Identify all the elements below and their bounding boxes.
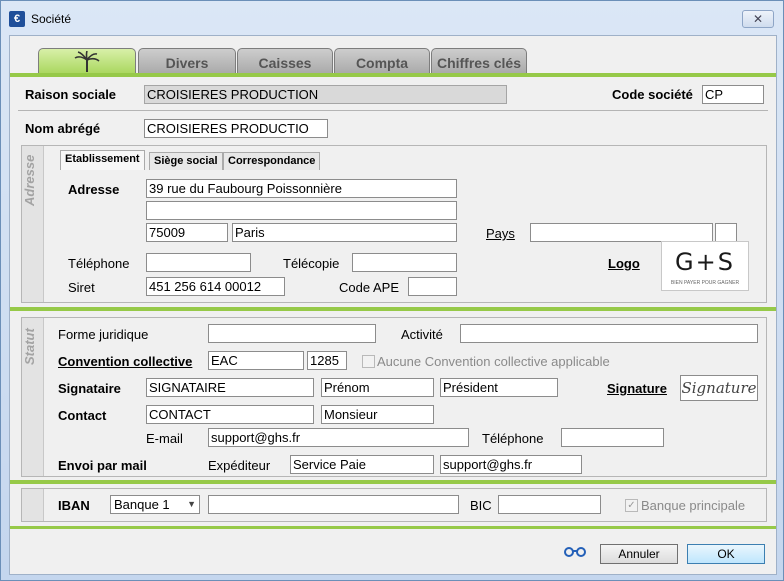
nom-abrege-field[interactable]: CROISIERES PRODUCTIO <box>144 119 328 138</box>
tab-chiffres-cles[interactable]: Chiffres clés <box>431 48 527 74</box>
close-button[interactable]: ✕ <box>742 10 774 28</box>
code-ape-field[interactable] <box>408 277 457 296</box>
contact-label: Contact <box>58 408 107 423</box>
footer-divider <box>10 526 776 529</box>
convention-num-field[interactable]: 1285 <box>307 351 347 370</box>
code-ape-label: Code APE <box>339 280 399 295</box>
app-icon: € <box>9 11 25 27</box>
logo-link[interactable]: Logo <box>608 256 640 271</box>
code-societe-label: Code société <box>612 87 693 102</box>
chevron-down-icon: ▼ <box>187 499 196 509</box>
contact-civilite-field[interactable]: Monsieur <box>321 405 434 424</box>
tab-compta[interactable]: Compta <box>334 48 430 74</box>
title-bar: € Société ✕ <box>1 1 783 35</box>
signataire-fonction-field[interactable]: Président <box>440 378 558 397</box>
subtab-siege-social[interactable]: Siège social <box>149 152 223 170</box>
raison-sociale-label: Raison sociale <box>25 87 117 102</box>
ville-field[interactable]: Paris <box>232 223 457 242</box>
email-field[interactable]: support@ghs.fr <box>208 428 469 447</box>
pays-field[interactable] <box>530 223 713 242</box>
dialog-body: Divers Caisses Compta Chiffres clés Rais… <box>9 35 777 575</box>
contact-nom-field[interactable]: CONTACT <box>146 405 314 424</box>
activite-field[interactable] <box>460 324 758 343</box>
pays-link[interactable]: Pays <box>486 226 515 241</box>
siret-field[interactable]: 451 256 614 00012 <box>146 277 285 296</box>
window-title: Société <box>31 12 72 26</box>
contact-telephone-field[interactable] <box>561 428 664 447</box>
separator <box>18 110 768 111</box>
contact-telephone-label: Téléphone <box>482 431 544 446</box>
pays-code-field[interactable] <box>715 223 737 242</box>
adresse-section-label: Adresse <box>22 154 37 206</box>
banque-principale-checkbox[interactable]: ✓ <box>625 499 638 512</box>
telephone-field[interactable] <box>146 253 251 272</box>
section-divider <box>10 307 776 311</box>
banque-panel: IBAN Banque 1 ▼ BIC ✓ Banque principale <box>21 488 767 522</box>
expediteur-nom-field[interactable]: Service Paie <box>290 455 434 474</box>
email-label: E-mail <box>146 431 183 446</box>
signataire-prenom-field[interactable]: Prénom <box>321 378 434 397</box>
convention-code-field[interactable]: EAC <box>208 351 304 370</box>
forme-juridique-field[interactable] <box>208 324 376 343</box>
bic-label: BIC <box>470 498 492 513</box>
code-postal-field[interactable]: 75009 <box>146 223 228 242</box>
signature-image[interactable]: Signature <box>680 375 758 401</box>
adresse-label: Adresse <box>68 182 120 197</box>
code-societe-field[interactable]: CP <box>702 85 764 104</box>
activite-label: Activité <box>401 327 443 342</box>
signature-link[interactable]: Signature <box>607 381 667 396</box>
adresse-panel: Adresse Etablissement Siège social Corre… <box>21 145 767 303</box>
subtab-etablissement[interactable]: Etablissement <box>60 150 145 170</box>
tab-general[interactable] <box>38 48 136 75</box>
logo-image[interactable]: G+S BIEN PAYER POUR GAGNER <box>661 241 749 291</box>
aucune-convention-checkbox[interactable] <box>362 355 375 368</box>
banque-select[interactable]: Banque 1 ▼ <box>110 495 200 514</box>
banque-side-tag <box>22 489 44 521</box>
iban-label: IBAN <box>58 498 90 513</box>
expediteur-label: Expéditeur <box>208 458 271 473</box>
section-divider-2 <box>10 480 776 484</box>
nom-abrege-label: Nom abrégé <box>25 121 101 136</box>
window-frame: € Société ✕ Divers Caisses Compta Chiffr… <box>0 0 784 581</box>
logo-tagline: BIEN PAYER POUR GAGNER <box>670 280 740 286</box>
signataire-label: Signataire <box>58 381 121 396</box>
telecopie-label: Télécopie <box>283 256 340 271</box>
signataire-nom-field[interactable]: SIGNATAIRE <box>146 378 314 397</box>
statut-section-label: Statut <box>22 328 37 366</box>
aucune-convention-label: Aucune Convention collective applicable <box>377 354 610 369</box>
glasses-icon[interactable] <box>563 546 587 558</box>
tab-underline <box>10 73 776 77</box>
expediteur-email-field[interactable]: support@ghs.fr <box>440 455 582 474</box>
banque-principale-label: Banque principale <box>641 498 746 513</box>
siret-label: Siret <box>68 280 95 295</box>
adresse-subtabs: Etablissement Siège social Correspondanc… <box>60 150 760 172</box>
adresse-side-tag: Adresse <box>22 146 44 302</box>
bic-field[interactable] <box>498 495 601 514</box>
logo-text: G+S <box>675 248 735 276</box>
telecopie-field[interactable] <box>352 253 457 272</box>
palm-tree-icon <box>74 50 100 72</box>
banque-select-value: Banque 1 <box>114 497 170 512</box>
iban-field[interactable] <box>208 495 459 514</box>
ok-button[interactable]: OK <box>687 544 765 564</box>
annuler-button[interactable]: Annuler <box>600 544 678 564</box>
adresse-line2-field[interactable] <box>146 201 457 220</box>
convention-collective-link[interactable]: Convention collective <box>58 354 192 369</box>
forme-juridique-label: Forme juridique <box>58 327 149 342</box>
statut-panel: Statut Forme juridique Activité Conventi… <box>21 317 767 477</box>
telephone-label: Téléphone <box>68 256 130 271</box>
adresse-line1-field[interactable]: 39 rue du Faubourg Poissonnière <box>146 179 457 198</box>
tab-caisses[interactable]: Caisses <box>237 48 333 74</box>
statut-side-tag: Statut <box>22 318 44 476</box>
subtab-correspondance[interactable]: Correspondance <box>223 152 321 170</box>
raison-sociale-field[interactable]: CROISIERES PRODUCTION <box>144 85 507 104</box>
tab-divers[interactable]: Divers <box>138 48 236 74</box>
envoi-par-mail-label: Envoi par mail <box>58 458 147 473</box>
